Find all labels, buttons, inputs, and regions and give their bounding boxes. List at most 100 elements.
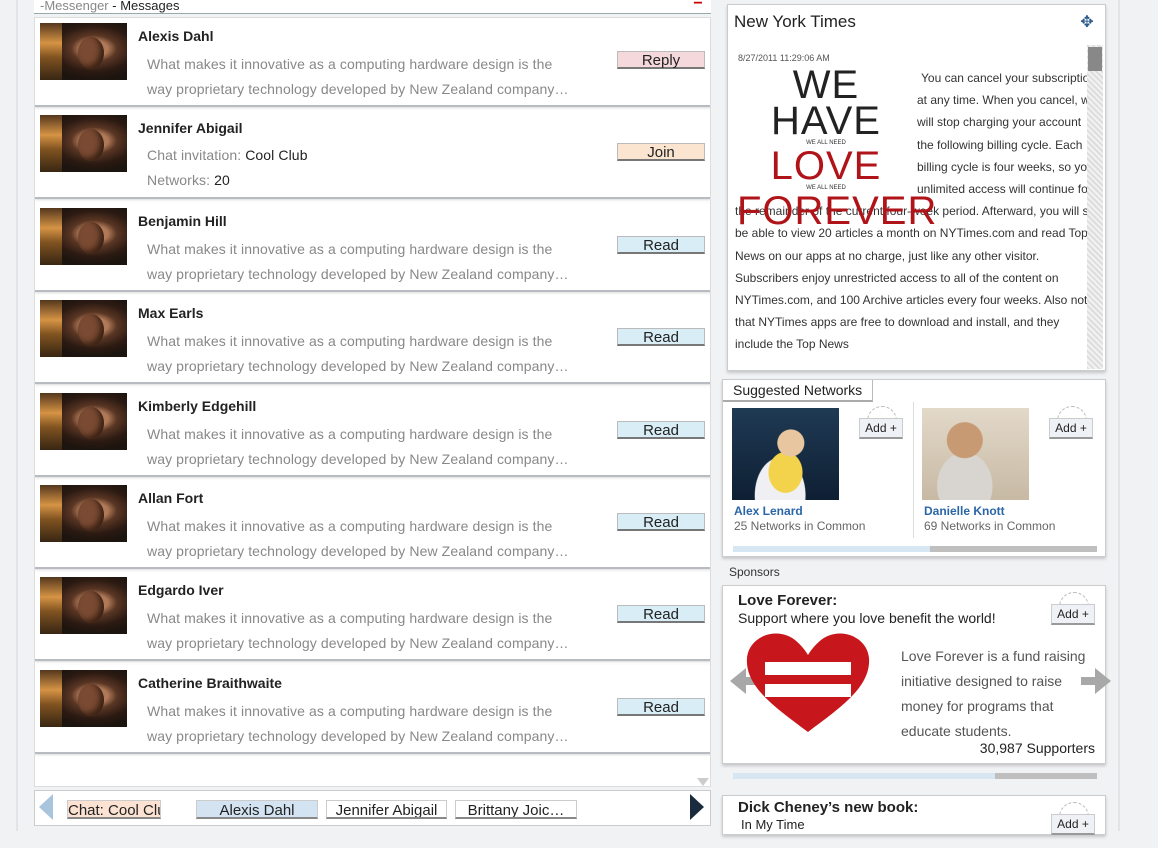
- suggested-person-card: Add + Alex Lenard 25 Networks in Common: [723, 406, 909, 538]
- avatar[interactable]: [40, 207, 127, 265]
- invite-club-link[interactable]: Cool Club: [245, 147, 307, 163]
- read-button[interactable]: Read: [617, 420, 705, 439]
- sender-name[interactable]: Max Earls: [138, 305, 203, 321]
- tab-next-icon[interactable]: [690, 794, 704, 820]
- message-preview-line1: What makes it innovative as a computing …: [147, 425, 553, 442]
- message-preview-line1: What makes it innovative as a computing …: [147, 702, 553, 719]
- message-preview-line1: What makes it innovative as a computing …: [147, 240, 553, 257]
- poster-line1: WE HAVE: [771, 63, 881, 143]
- sponsor-progress-bar[interactable]: [733, 773, 1097, 779]
- avatar[interactable]: [40, 392, 127, 450]
- nyt-title: New York Times: [734, 12, 856, 31]
- suggested-networks-panel: Suggested Networks Add + Alex Lenard 25 …: [722, 379, 1106, 557]
- suggested-progress-fill: [929, 546, 1097, 552]
- sponsor-title: Love Forever:: [738, 592, 838, 609]
- sponsor-supporters: 30,987 Supporters: [979, 740, 1095, 756]
- suggested-networks-title: Suggested Networks: [723, 380, 874, 402]
- message-row[interactable]: Catherine Braithwaite What makes it innov…: [35, 664, 710, 754]
- add-person-button[interactable]: Add +: [1047, 406, 1095, 452]
- sponsors-label: Sponsors: [729, 565, 780, 579]
- chat-tab-jennifer-abigail[interactable]: Jennifer Abigail: [326, 800, 447, 819]
- sponsor-card: Love Forever: Support where you love ben…: [722, 585, 1111, 779]
- person-networks: 25 Networks in Common: [734, 519, 866, 533]
- read-button[interactable]: Read: [617, 605, 705, 624]
- message-row[interactable]: Edgardo Iver What makes it innovative as …: [35, 572, 710, 662]
- avatar[interactable]: [40, 485, 127, 542]
- networks-count: Networks: 20: [147, 172, 230, 189]
- message-preview-line1: What makes it innovative as a computing …: [147, 333, 553, 350]
- move-icon[interactable]: ✥: [1079, 15, 1095, 31]
- sender-name[interactable]: Allan Fort: [138, 490, 203, 506]
- read-button[interactable]: Read: [617, 328, 705, 347]
- avatar[interactable]: [40, 577, 127, 635]
- sponsor-carousel: Love Forever is a fund raising initiativ…: [730, 628, 1111, 743]
- message-preview-line2: way proprietary technology developed by …: [147, 265, 569, 282]
- chat-tab-brittany[interactable]: Brittany Joic…: [455, 800, 577, 819]
- person-name[interactable]: Danielle Knott: [924, 504, 1005, 518]
- message-preview-line2: way proprietary technology developed by …: [147, 635, 569, 652]
- nyt-poster-image: WE HAVE WE ALL NEED LOVE WE ALL NEED FOR…: [737, 63, 936, 231]
- sender-name[interactable]: Catherine Braithwaite: [138, 675, 282, 691]
- read-button[interactable]: Read: [617, 513, 705, 531]
- read-button[interactable]: Read: [617, 235, 705, 254]
- nyt-date: 8/27/2011 11:29:06 AM: [738, 53, 830, 63]
- message-row[interactable]: Alexis Dahl What makes it innovative as a…: [35, 18, 710, 107]
- tab-prev-icon[interactable]: [39, 794, 53, 820]
- messenger-header-prefix: -Messenger: [40, 0, 109, 13]
- nyt-widget: New York Times ✥ 8/27/2011 11:29:06 AM Y…: [727, 4, 1106, 371]
- sponsor-description: Love Forever is a fund raising initiativ…: [901, 648, 1086, 739]
- arrow-right-icon[interactable]: [1081, 668, 1111, 694]
- equality-heart-icon: [746, 633, 870, 732]
- avatar[interactable]: [40, 23, 127, 80]
- join-button[interactable]: Join: [617, 143, 705, 162]
- scroll-down-icon[interactable]: [697, 778, 709, 786]
- reply-button[interactable]: Reply: [617, 51, 705, 69]
- message-row[interactable]: Allan Fort What makes it innovative as a …: [35, 480, 710, 569]
- chat-tab-alexis-dahl[interactable]: Alexis Dahl: [196, 800, 318, 819]
- chat-tab-cool-club[interactable]: Chat: Cool Club: [67, 800, 161, 819]
- messenger-panel: -Messenger - Messages − Alexis Dahl What …: [34, 0, 711, 831]
- collapse-icon[interactable]: −: [691, 0, 705, 12]
- read-button[interactable]: Read: [617, 697, 705, 716]
- sender-name[interactable]: Benjamin Hill: [138, 213, 227, 229]
- person-photo[interactable]: [732, 408, 839, 500]
- sender-name[interactable]: Edgardo Iver: [138, 582, 224, 598]
- avatar[interactable]: [40, 300, 127, 358]
- sponsor-subtitle: Support where you love benefit the world…: [738, 610, 996, 626]
- suggested-person-card: Add + Danielle Knott 69 Networks in Comm…: [913, 406, 1099, 538]
- poster-line3: FOREVER: [737, 189, 938, 233]
- suggested-progress-bar[interactable]: [733, 546, 1097, 552]
- chat-invitation: Chat invitation: Cool Club: [147, 147, 308, 164]
- sponsor-progress-fill: [995, 773, 1097, 779]
- message-preview-line2: way proprietary technology developed by …: [147, 543, 569, 559]
- message-preview-line2: way proprietary technology developed by …: [147, 81, 569, 97]
- message-preview-line2: way proprietary technology developed by …: [147, 450, 569, 467]
- messenger-header: -Messenger - Messages −: [34, 0, 711, 14]
- nyt-scrollbar[interactable]: [1087, 45, 1103, 369]
- sender-name[interactable]: Alexis Dahl: [138, 28, 213, 44]
- avatar[interactable]: [40, 115, 127, 173]
- message-row[interactable]: Jennifer Abigail Chat invitation: Cool Cl…: [35, 110, 710, 200]
- book-title: Dick Cheney’s new book:: [738, 799, 919, 816]
- nyt-article: 8/27/2011 11:29:06 AM You can cancel you…: [728, 43, 1088, 369]
- page-edge-right: [1118, 0, 1120, 831]
- message-row[interactable]: Benjamin Hill What makes it innovative as…: [35, 202, 710, 292]
- add-book-button[interactable]: Add +: [1049, 802, 1097, 848]
- message-list[interactable]: Alexis Dahl What makes it innovative as a…: [34, 17, 711, 787]
- book-subtitle: In My Time: [741, 817, 805, 832]
- person-networks: 69 Networks in Common: [924, 519, 1056, 533]
- person-name[interactable]: Alex Lenard: [734, 504, 803, 518]
- message-row[interactable]: Max Earls What makes it innovative as a c…: [35, 295, 710, 385]
- chat-tab-bar: Chat: Cool Club Alexis Dahl Jennifer Abi…: [34, 790, 711, 826]
- message-preview-line1: What makes it innovative as a computing …: [147, 610, 553, 627]
- avatar[interactable]: [40, 669, 127, 727]
- message-preview-line1: What makes it innovative as a computing …: [147, 518, 553, 534]
- book-card: Dick Cheney’s new book: In My Time Add +: [722, 795, 1106, 835]
- sender-name[interactable]: Kimberly Edgehill: [138, 398, 256, 414]
- message-row[interactable]: Kimberly Edgehill What makes it innovativ…: [35, 387, 710, 477]
- add-person-button[interactable]: Add +: [857, 406, 905, 452]
- message-preview-line1: What makes it innovative as a computing …: [147, 56, 553, 72]
- sender-name[interactable]: Jennifer Abigail: [138, 120, 243, 136]
- person-photo[interactable]: [922, 408, 1029, 500]
- page-edge-left: [16, 0, 18, 831]
